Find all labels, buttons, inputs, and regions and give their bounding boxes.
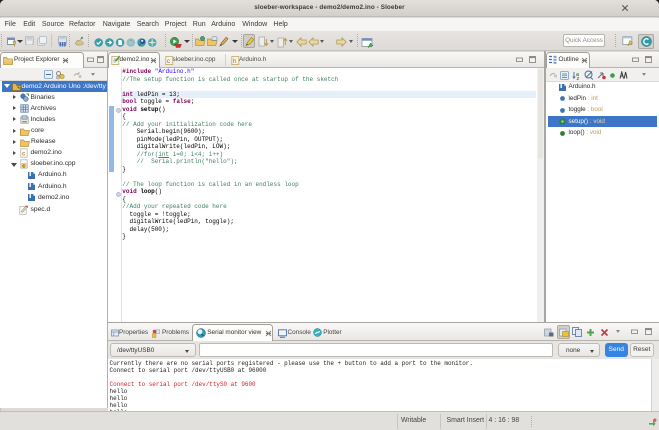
- svg-text:z: z: [576, 76, 579, 80]
- svg-text:c: c: [22, 164, 25, 169]
- svg-text:h: h: [233, 59, 236, 65]
- svg-text:c: c: [167, 59, 170, 65]
